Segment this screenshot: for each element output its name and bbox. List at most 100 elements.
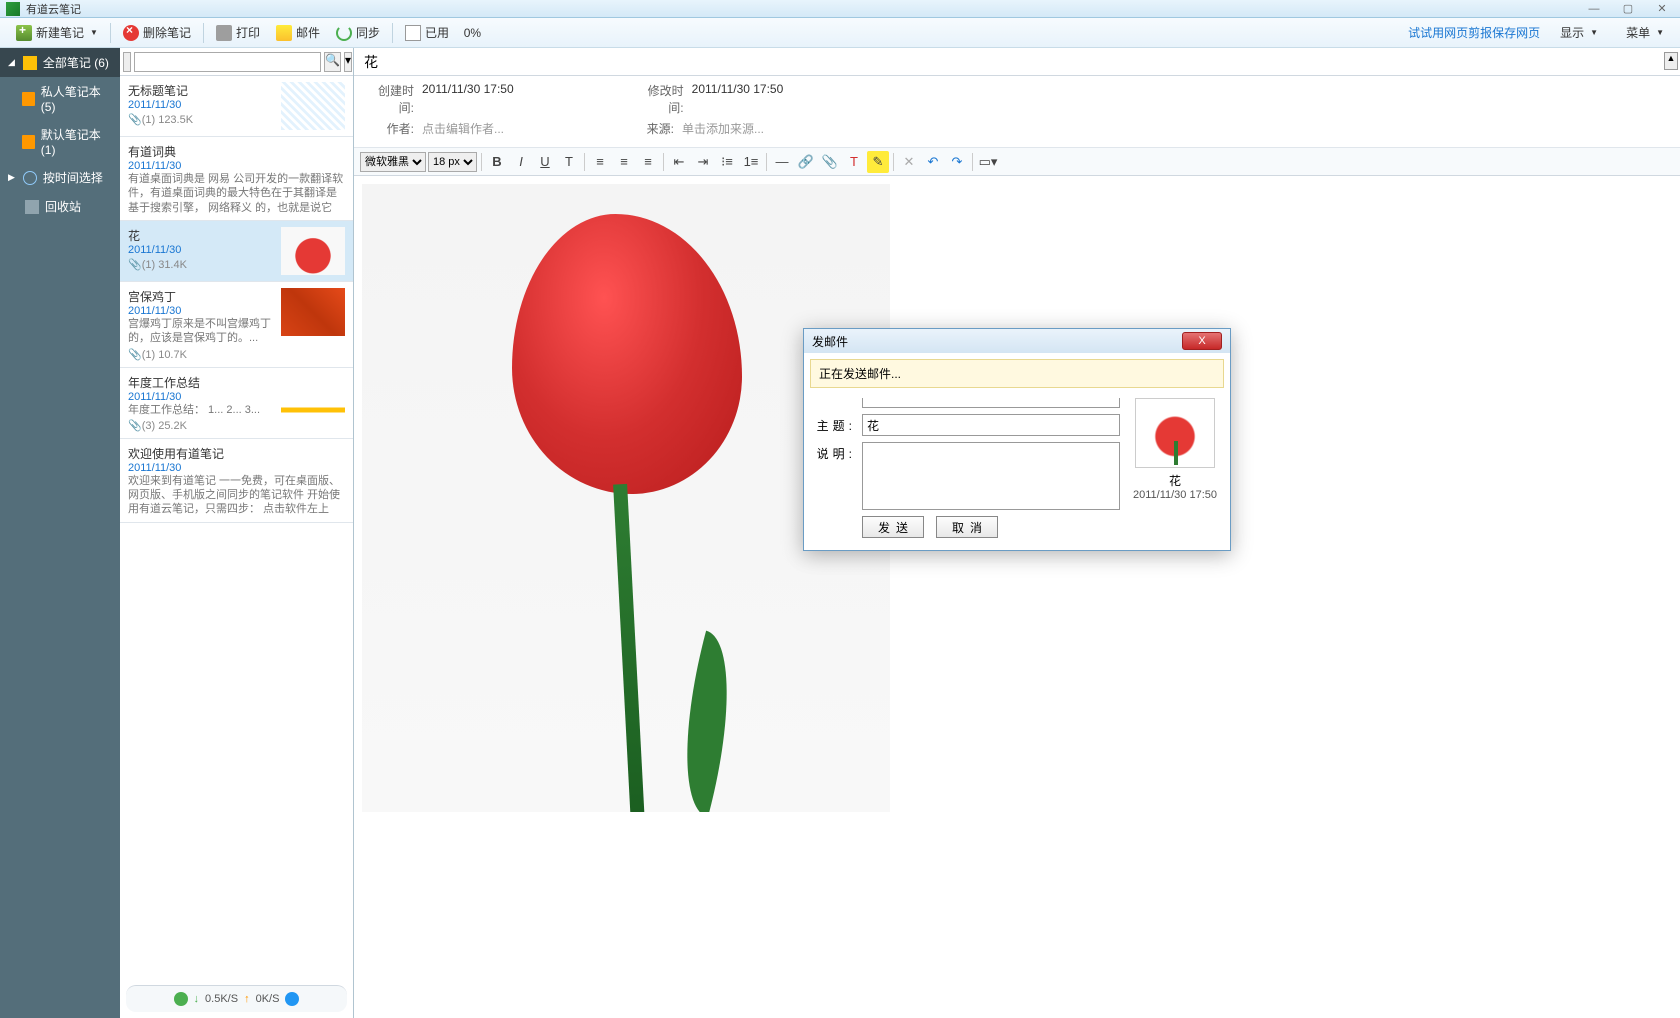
note-list: 无标题笔记2011/11/30📎(1) 123.5K有道词典2011/11/30… xyxy=(120,76,353,979)
sidebar-by-time[interactable]: ▶ 按时间选择 xyxy=(0,163,120,192)
trash-icon xyxy=(25,200,39,214)
new-note-button[interactable]: 新建笔记 ▼ xyxy=(8,21,106,44)
search-input[interactable] xyxy=(134,52,321,72)
editor-panel: ▲ 创建时间: 2011/11/30 17:50 修改时间: 2011/11/3… xyxy=(354,48,1680,1018)
print-button[interactable]: 打印 xyxy=(208,21,268,44)
upload-speed: 0K/S xyxy=(256,993,280,1005)
note-preview: 欢迎来到有道笔记 一一免费，可在桌面版、网页版、手机版之间同步的笔记软件 开始使… xyxy=(128,474,345,516)
note-list-item[interactable]: 无标题笔记2011/11/30📎(1) 123.5K xyxy=(120,76,353,137)
subject-input[interactable] xyxy=(862,414,1120,436)
main-toolbar: 新建笔记 ▼ 删除笔记 打印 邮件 同步 已用 0% 试试用网页剪报保存网页 显… xyxy=(0,18,1680,48)
main-layout: ◢ 全部笔记 (6) 私人笔记本 (5) 默认笔记本 (1) ▶ 按时间选择 回… xyxy=(0,48,1680,1018)
delete-icon xyxy=(123,25,139,41)
download-icon: ↓ xyxy=(194,993,200,1005)
sort-button[interactable]: ▾ xyxy=(344,52,352,72)
dialog-body: 主题: 说明: 发送 取消 花 xyxy=(804,394,1230,550)
note-date: 2011/11/30 xyxy=(128,305,275,317)
minimize-button[interactable]: — xyxy=(1582,2,1606,16)
toolbar-right: 试试用网页剪报保存网页 显示▼ 菜单▼ xyxy=(1408,21,1672,44)
note-date: 2011/11/30 xyxy=(128,160,345,172)
close-window-button[interactable]: ✕ xyxy=(1650,2,1674,16)
note-title: 有道词典 xyxy=(128,143,345,160)
separator xyxy=(203,23,204,43)
note-list-item[interactable]: 有道词典2011/11/30有道桌面词典是 网易 公司开发的一款翻译软件，有道桌… xyxy=(120,137,353,221)
web-clip-link[interactable]: 试试用网页剪报保存网页 xyxy=(1408,24,1540,41)
sync-label: 同步 xyxy=(356,24,380,41)
mail-label: 邮件 xyxy=(296,24,320,41)
separator xyxy=(392,23,393,43)
note-thumbnail xyxy=(281,374,345,422)
preview-name: 花 xyxy=(1130,472,1220,489)
note-title: 年度工作总结 xyxy=(128,374,275,391)
dialog-buttons: 发送 取消 xyxy=(814,516,1120,538)
window-controls: — ▢ ✕ xyxy=(1582,2,1674,16)
notebook-icon xyxy=(22,135,35,149)
send-mail-dialog: 发邮件 X 正在发送邮件... 主题: 说明: xyxy=(803,328,1231,551)
view-toggle-button[interactable] xyxy=(123,52,131,72)
checkbox-icon xyxy=(405,25,421,41)
note-title: 宫保鸡丁 xyxy=(128,288,275,305)
window-titlebar: 有道云笔记 — ▢ ✕ xyxy=(0,0,1680,18)
notebook-icon xyxy=(22,92,35,106)
new-note-label: 新建笔记 xyxy=(36,24,84,41)
description-input[interactable] xyxy=(862,442,1120,510)
description-label: 说明: xyxy=(814,442,856,462)
recipient-input[interactable] xyxy=(862,398,1120,408)
sync-button[interactable]: 同步 xyxy=(328,21,388,44)
printer-icon xyxy=(216,25,232,41)
note-thumbnail xyxy=(281,82,345,130)
note-title: 花 xyxy=(128,227,275,244)
note-meta: 📎(1) 31.4K xyxy=(128,258,275,271)
maximize-button[interactable]: ▢ xyxy=(1616,2,1640,16)
note-date: 2011/11/30 xyxy=(128,99,275,111)
dialog-close-button[interactable]: X xyxy=(1182,332,1222,350)
dialog-overlay: 发邮件 X 正在发送邮件... 主题: 说明: xyxy=(354,48,1680,1018)
note-list-header: 🔍 ▾ xyxy=(120,48,353,76)
preview-thumbnail xyxy=(1135,398,1215,468)
subject-label: 主题: xyxy=(814,414,856,434)
used-percent: 0% xyxy=(464,26,481,40)
search-button[interactable]: 🔍 xyxy=(324,52,341,72)
expand-icon: ▶ xyxy=(8,172,15,183)
note-date: 2011/11/30 xyxy=(128,244,275,256)
note-preview: 有道桌面词典是 网易 公司开发的一款翻译软件，有道桌面词典的最大特色在于其翻译是… xyxy=(128,172,345,214)
sidebar-notebook-private[interactable]: 私人笔记本 (5) xyxy=(0,77,120,120)
note-list-item[interactable]: 年度工作总结2011/11/30年度工作总结： 1... 2... 3...📎(… xyxy=(120,368,353,439)
app-title: 有道云笔记 xyxy=(26,1,1582,17)
note-meta: 📎(1) 10.7K xyxy=(128,348,275,361)
download-speed: 0.5K/S xyxy=(205,993,238,1005)
main-menu[interactable]: 菜单▼ xyxy=(1618,21,1672,44)
usage-indicator: 已用 0% xyxy=(397,21,489,44)
delete-note-button[interactable]: 删除笔记 xyxy=(115,21,199,44)
plus-icon xyxy=(16,25,32,41)
upload-icon: ↑ xyxy=(244,993,250,1005)
note-list-item[interactable]: 欢迎使用有道笔记2011/11/30欢迎来到有道笔记 一一免费，可在桌面版、网页… xyxy=(120,439,353,523)
trash-label: 回收站 xyxy=(45,198,81,215)
note-title: 欢迎使用有道笔记 xyxy=(128,445,345,462)
dialog-preview: 花 2011/11/30 17:50 xyxy=(1130,398,1220,538)
sync-icon xyxy=(336,25,352,41)
dialog-title: 发邮件 xyxy=(812,333,1182,350)
display-menu[interactable]: 显示▼ xyxy=(1552,21,1606,44)
notebook-label: 私人笔记本 (5) xyxy=(41,83,112,114)
dropdown-icon: ▼ xyxy=(90,28,98,37)
sidebar-trash[interactable]: 回收站 xyxy=(0,192,120,221)
sidebar-notebook-default[interactable]: 默认笔记本 (1) xyxy=(0,120,120,163)
folder-icon xyxy=(23,56,37,70)
note-list-item[interactable]: 花2011/11/30 📎(1) 31.4K xyxy=(120,221,353,282)
notebook-label: 默认笔记本 (1) xyxy=(41,126,112,157)
note-date: 2011/11/30 xyxy=(128,462,345,474)
sidebar: ◢ 全部笔记 (6) 私人笔记本 (5) 默认笔记本 (1) ▶ 按时间选择 回… xyxy=(0,48,120,1018)
note-list-item[interactable]: 宫保鸡丁2011/11/30宫爆鸡丁原来是不叫宫爆鸡丁的，应该是宫保鸡丁的。..… xyxy=(120,282,353,368)
note-meta: 📎(1) 123.5K xyxy=(128,113,275,126)
note-thumbnail xyxy=(281,288,345,336)
mail-button[interactable]: 邮件 xyxy=(268,21,328,44)
print-label: 打印 xyxy=(236,24,260,41)
send-button[interactable]: 发送 xyxy=(862,516,924,538)
note-preview: 年度工作总结： 1... 2... 3... xyxy=(128,403,275,417)
note-list-panel: 🔍 ▾ 无标题笔记2011/11/30📎(1) 123.5K有道词典2011/1… xyxy=(120,48,354,1018)
sync-status-bar: ↓ 0.5K/S ↑ 0K/S xyxy=(126,985,347,1012)
clock-icon xyxy=(23,171,37,185)
sidebar-all-notes[interactable]: ◢ 全部笔记 (6) xyxy=(0,48,120,77)
cancel-button[interactable]: 取消 xyxy=(936,516,998,538)
